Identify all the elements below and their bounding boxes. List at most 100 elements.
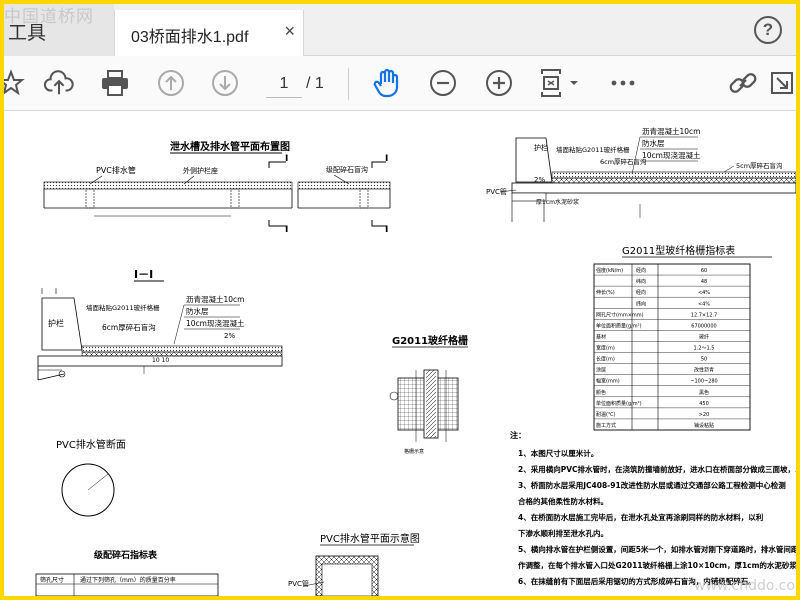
- spec-table-cell: 67000000: [691, 323, 716, 329]
- spec-table-title: G2011型玻纤格栅指标表: [622, 244, 735, 257]
- section-mark-bottom: I: [285, 225, 288, 235]
- tr-seal-text: 墙面粘贴G2011玻纤格栅: [556, 145, 630, 154]
- gravel-label: 级配碎石盲沟: [326, 165, 368, 174]
- spec-table-cell: 颜色: [596, 389, 606, 396]
- app-window: 中国道桥网 工具 03桥面排水1.pdf × ? 1 / 1 泄水槽及排水管平面…: [4, 4, 796, 596]
- spec-table: G2011型玻纤格栅指标表 强度(kN/m) 经向 60 纬向 48 伸长(%) 经向 <4%…: [593, 244, 772, 431]
- note-line: 合格的其他柔性防水材料。: [518, 496, 608, 506]
- tr-guard-text: 护栏: [534, 143, 548, 152]
- right-section-drawing: 护栏 沥青混凝土10cm 墙面粘贴G2011玻纤格栅 防水层 6cm厚碎石盲沟 …: [486, 126, 796, 222]
- document-view[interactable]: 泄水槽及排水管平面布置图 PVC排水管 外侧护栏座 级配碎石盲沟 I I I I…: [4, 112, 796, 596]
- spec-table-cell: 玻纤: [699, 333, 709, 340]
- guard-label: 外侧护栏座: [183, 166, 218, 175]
- close-tab-icon[interactable]: ×: [284, 21, 295, 42]
- link-icon[interactable]: [728, 69, 758, 97]
- tab-tools[interactable]: 中国道桥网 工具: [4, 4, 114, 56]
- waterproof-text: 防水层: [186, 306, 209, 316]
- spec-table-cell: 基材: [596, 333, 606, 340]
- spec-table-cell: >20: [699, 412, 710, 418]
- spec-table-cell: <4%: [698, 301, 710, 307]
- slope-text: 2%: [224, 332, 235, 340]
- blind-ditch-text: 6cm厚碎石盲沟: [102, 322, 156, 332]
- pvc-plan-title: PVC排水管平面示意图: [320, 532, 420, 545]
- hand-icon[interactable]: [372, 68, 402, 98]
- spec-table-cell: 幅宽(mm): [596, 378, 620, 385]
- gravel-table-title: 级配碎石指标表: [93, 549, 158, 561]
- more-icon[interactable]: [608, 69, 638, 97]
- asphalt-text: 沥青混凝土10cm: [186, 294, 244, 304]
- spec-table-cell: 耐温(℃): [596, 411, 616, 418]
- spec-table-cell: 1.2～1.5: [694, 346, 715, 352]
- tab-tools-label: 工具: [8, 23, 47, 44]
- star-icon[interactable]: [4, 69, 26, 97]
- pvc-section: PVC排水管断面 级配碎石指标表 筛孔尺寸 通过下列筛孔（mm）的质量百分率: [35, 438, 219, 596]
- pvc-label: PVC排水管: [96, 165, 136, 175]
- tr-bottom-text: 厚1cm水泥砂浆: [536, 198, 579, 206]
- section-mark-top-2: I: [385, 154, 388, 164]
- spec-table-cell: 施工方式: [596, 422, 616, 429]
- spec-table-cell: 涂层: [596, 367, 606, 374]
- spec-table-cell: 经向: [636, 267, 646, 274]
- spec-table-cell: 12.7×12.7: [691, 312, 717, 318]
- spec-table-cell: 宽度(m): [596, 345, 615, 352]
- spec-table-cell: 网孔尺寸(mm×mm): [596, 311, 644, 318]
- spec-table-cell: 长度(m): [596, 356, 615, 363]
- plan-title: 泄水槽及排水管平面布置图: [170, 140, 290, 153]
- section-mark-top: I: [285, 154, 288, 164]
- tr-waterproof-text: 防水层: [642, 138, 665, 148]
- tr-blind-text: 6cm厚碎石盲沟: [600, 157, 647, 166]
- spec-table-cell: 50: [701, 357, 707, 363]
- tr-ditch-text: 5cm厚碎石盲沟: [736, 161, 783, 170]
- print-icon[interactable]: [100, 69, 130, 97]
- concrete-text: 10cm现浇混凝土: [186, 318, 245, 328]
- spec-table-cell: 纬向: [636, 278, 646, 285]
- spec-table-cell: 纬向: [636, 300, 646, 307]
- notes-block: 注： 1、本图尺寸以厘米计。 2、采用横向PVC排水管时，在浇筑防撞墙前放好，进水…: [510, 430, 796, 594]
- drawing-canvas: 泄水槽及排水管平面布置图 PVC排水管 外侧护栏座 级配碎石盲沟 I I I I…: [35, 126, 796, 596]
- arrow-up-icon[interactable]: [156, 69, 186, 97]
- page-number-input[interactable]: 1: [266, 70, 302, 98]
- spacing-text: 10 10: [152, 357, 169, 364]
- pvc-pipe-label: PVC管: [288, 579, 309, 588]
- notes-title: 注：: [510, 430, 526, 440]
- note-line: 下渗水顺利排至泄水孔内。: [518, 528, 608, 538]
- upload-cloud-icon[interactable]: [44, 69, 74, 97]
- site-watermark: www.chddo.com: [694, 578, 796, 594]
- help-icon[interactable]: ?: [754, 16, 782, 44]
- note-line: 3、桥面防水层采用JC408-91改进性防水层或通过交通部公路工程检测中心检测: [518, 480, 786, 490]
- section-drawing: I－I 护栏 墙面粘贴G2011玻纤格栅 6cm厚碎石盲沟 沥青混凝土10cm …: [37, 268, 283, 381]
- toolbar: 1 / 1: [4, 56, 796, 111]
- note-line: 1、本图尺寸以厘米计。: [518, 448, 598, 458]
- arrow-down-icon[interactable]: [210, 69, 240, 97]
- share-icon[interactable]: [768, 69, 796, 97]
- gravel-header-1: 筛孔尺寸: [40, 576, 64, 584]
- spec-table-cell: 伸长(%): [596, 289, 615, 296]
- note-line: 4、在桥面防水层施工完毕后，在泄水孔处宜再涂刷同样的防水材料，以利: [518, 512, 763, 522]
- spec-table-cell: 铺设粘贴: [694, 422, 714, 429]
- spec-table-cell: 60: [701, 268, 707, 274]
- zoom-in-icon[interactable]: [484, 69, 514, 97]
- fit-page-icon[interactable]: [538, 69, 582, 97]
- note-line: 2、采用横向PVC排水管时，在浇筑防撞墙前放好，进水口在桥面部分做成三面坡，以利: [518, 464, 796, 474]
- spec-table-cell: <4%: [698, 290, 710, 296]
- tab-bar: 中国道桥网 工具 03桥面排水1.pdf × ?: [4, 4, 796, 56]
- spec-table-cell: 强度(kN/m): [596, 267, 623, 274]
- zoom-out-icon[interactable]: [428, 69, 458, 97]
- grid-note-text: 格栅示意: [404, 448, 424, 455]
- note-line: 作调整，在每个排水管入口处G2011玻纤格栅上涂10×10cm，厚1cm的水泥砂…: [518, 560, 796, 570]
- spec-table-cell: 450: [699, 401, 709, 407]
- document-title: 03桥面排水1.pdf: [131, 29, 249, 46]
- section-title: I－I: [134, 268, 153, 281]
- grid-detail: G2011玻纤格栅 格栅示意: [389, 334, 468, 455]
- spec-table-cell: 黑色: [699, 389, 709, 396]
- grid-title: G2011玻纤格栅: [392, 334, 468, 347]
- gravel-header-2: 通过下列筛孔（mm）的质量百分率: [80, 576, 176, 584]
- tab-document[interactable]: 03桥面排水1.pdf ×: [114, 10, 304, 56]
- spec-table-cell: ~100~280: [690, 379, 717, 385]
- spec-table-cell: 单位面积质量(g/m²): [596, 400, 642, 407]
- spec-table-cell: 48: [701, 279, 707, 285]
- section-mark-bottom-2: I: [385, 225, 388, 235]
- toolbar-divider: [348, 68, 349, 100]
- plan-drawing: 泄水槽及排水管平面布置图 PVC排水管 外侧护栏座 级配碎石盲沟 I I I I: [43, 140, 391, 235]
- tr-asphalt-text: 沥青混凝土10cm: [642, 126, 700, 136]
